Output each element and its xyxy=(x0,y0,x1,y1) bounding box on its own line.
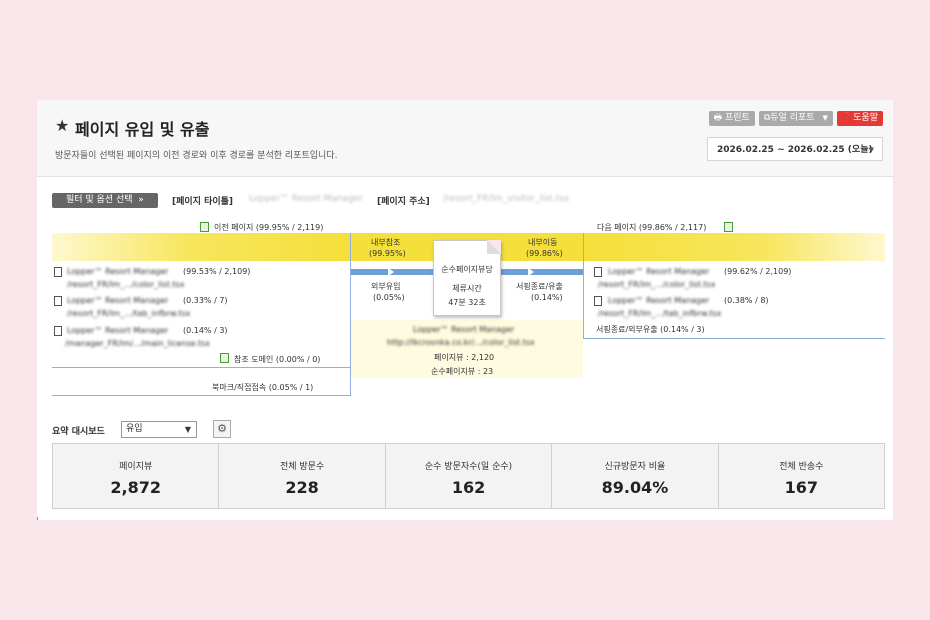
stat-new-visitor-rate: 신규방문자 비율 89.04% xyxy=(552,444,719,508)
date-range-select[interactable]: 2026.02.25 ~ 2026.02.25 (오늘) ▼ xyxy=(707,137,883,161)
page-title: 페이지 유입 및 유출 xyxy=(75,120,210,139)
arrow-right-icon xyxy=(528,268,534,276)
chevron-down-icon: ▼ xyxy=(822,114,828,122)
center-page-title: Lopper™ Resort Manager xyxy=(413,325,515,334)
document-icon xyxy=(54,267,62,277)
document-icon xyxy=(594,296,602,306)
summary-dashboard-label: 요약 대시보드 xyxy=(52,427,105,437)
center-unique-pageviews: 순수페이지뷰 : 23 xyxy=(431,367,494,376)
star-icon[interactable]: ★ xyxy=(55,116,69,135)
excel-icon[interactable] xyxy=(200,222,209,232)
next-pages-header: 다음 페이지 (99.86% / 2,117) xyxy=(597,223,707,232)
prev-pages-header: 이전 페이지 (99.95% / 2,119) xyxy=(214,223,324,232)
stat-pageviews: 페이지뷰 2,872 xyxy=(53,444,220,508)
dwell-label-2: 체류시간 xyxy=(452,284,482,293)
inbound-external-label: 외부유입 xyxy=(371,282,401,291)
page-url-label: [페이지 주소] xyxy=(377,197,430,207)
divider xyxy=(52,367,351,368)
page-title-value: Lopper™ Resort Manager xyxy=(249,194,364,204)
outbound-exit-label: 서핑종료/유출 xyxy=(516,282,563,291)
outbound-exit-pct: (0.14%) xyxy=(531,293,563,302)
exit-line: 서핑종료/외부유출 (0.14% / 3) xyxy=(596,325,705,334)
double-chevron-down-icon: » xyxy=(138,195,144,205)
print-button[interactable]: 🖶 프린트 xyxy=(708,111,755,126)
gear-icon: ⚙ xyxy=(217,422,227,435)
selected-page-card[interactable]: 순수페이지뷰당 체류시간 47분 32초 xyxy=(433,240,501,316)
help-button[interactable]: ❓도움말 xyxy=(836,111,883,126)
inbound-internal-label: 내부참조 xyxy=(371,238,401,247)
header-buttons: 🖶 프린트 ⧉듀얼 리포트 ▼ ❓도움말 xyxy=(708,111,883,126)
report-panel: ★ 페이지 유입 및 유출 방문자들이 선택된 페이지의 이전 경로와 이후 경… xyxy=(37,100,893,520)
settings-button[interactable]: ⚙ xyxy=(213,420,231,438)
page-fold-icon xyxy=(487,240,501,254)
chevron-down-icon: ▼ xyxy=(868,146,874,154)
summary-type-select[interactable]: 유입 ▼ xyxy=(121,421,197,438)
outbound-internal-label: 내부이동 xyxy=(528,238,558,247)
dual-report-button[interactable]: ⧉듀얼 리포트 ▼ xyxy=(758,111,833,126)
outbound-internal-pct: (99.86%) xyxy=(526,249,563,258)
stat-unique-visitors: 순수 방문자수(일 순수) 162 xyxy=(386,444,553,508)
divider xyxy=(52,395,351,396)
triangle-down-icon: ▼ xyxy=(184,425,191,434)
page-subtitle: 방문자들이 선택된 페이지의 이전 경로와 이후 경로를 분석한 리포트입니다. xyxy=(55,151,338,161)
document-icon xyxy=(54,326,62,336)
excel-icon[interactable] xyxy=(724,222,733,232)
divider xyxy=(37,517,38,520)
center-page-url: http://lkcrosnka.co.kr/.../color_list.ts… xyxy=(387,338,535,347)
stat-total-visits: 전체 방문수 228 xyxy=(219,444,386,508)
summary-stats: 페이지뷰 2,872 전체 방문수 228 순수 방문자수(일 순수) 162 … xyxy=(52,443,885,509)
dwell-time: 47분 32초 xyxy=(448,298,486,307)
printer-icon: 🖶 xyxy=(713,113,723,123)
document-icon xyxy=(594,267,602,277)
inbound-internal-pct: (99.95%) xyxy=(369,249,406,258)
referral-domain[interactable]: 참조 도메인 (0.00% / 0) xyxy=(234,354,320,365)
divider xyxy=(583,338,885,339)
bookmark-direct: 북마크/직접접속 (0.05% / 1) xyxy=(212,383,314,392)
question-icon: ❓ xyxy=(841,113,854,123)
dwell-label-1: 순수페이지뷰당 xyxy=(441,265,493,274)
center-pageviews: 페이지뷰 : 2,120 xyxy=(434,353,495,362)
excel-icon[interactable] xyxy=(220,353,229,363)
document-icon xyxy=(54,296,62,306)
filter-options-button[interactable]: 필터 및 옵션 선택 » xyxy=(52,193,158,208)
stat-bounces: 전체 반송수 167 xyxy=(779,462,824,497)
report-header: ★ 페이지 유입 및 유출 방문자들이 선택된 페이지의 이전 경로와 이후 경… xyxy=(37,100,893,177)
page-url-value: /resort_FR/lm_visitor_list.tsx xyxy=(443,194,570,204)
arrow-right-icon xyxy=(388,268,394,276)
inbound-external-pct: (0.05%) xyxy=(373,293,405,302)
page-title-label: [페이지 타이틀] xyxy=(172,197,234,207)
